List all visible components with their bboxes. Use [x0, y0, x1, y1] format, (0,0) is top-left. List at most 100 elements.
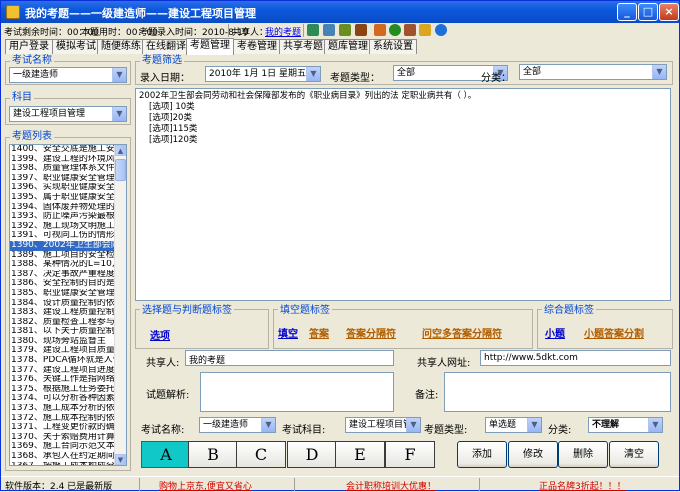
list-item[interactable]: 1371、工程变更价款的确: [10, 423, 116, 433]
list-item[interactable]: 1387、决定事故严重程度: [10, 270, 116, 280]
subject-field-select[interactable]: 建设工程项目管 ▼: [345, 417, 421, 433]
maximize-button[interactable]: □: [638, 3, 658, 21]
list-item[interactable]: 1370、关于索赔费用计算: [10, 433, 116, 443]
date-picker[interactable]: 2010年 1月 1日 星期五 ▼: [205, 66, 321, 82]
list-item[interactable]: 1377、建设工程项目进度: [10, 366, 116, 376]
cat-field-select[interactable]: 不理解 ▼: [588, 417, 663, 433]
list-item[interactable]: 1376、关键工作是指网络: [10, 375, 116, 385]
note-textarea[interactable]: [444, 372, 671, 412]
warning-icon[interactable]: [419, 24, 431, 36]
list-item[interactable]: 1382、质量检查工程参与: [10, 318, 116, 328]
list-item[interactable]: 1374、可以分析各种因素: [10, 394, 116, 404]
tag-sub-question[interactable]: 小题: [545, 325, 565, 340]
tag-option[interactable]: 选项: [150, 327, 170, 342]
scroll-thumb[interactable]: [115, 159, 126, 181]
ad-link-2[interactable]: 会计职称培训大优惠！: [346, 479, 436, 492]
list-item[interactable]: 1399、建设工程的环境风: [10, 155, 116, 165]
chevron-down-icon[interactable]: ▼: [112, 68, 126, 82]
list-item[interactable]: 1386、安全控制的目的是: [10, 279, 116, 289]
chevron-down-icon[interactable]: ▼: [648, 418, 662, 432]
list-item[interactable]: 1388、某种情况的L=10,: [10, 260, 116, 270]
list-item[interactable]: 1389、施工项目的安全检: [10, 251, 116, 261]
list-item[interactable]: 1397、职业健康安全管理: [10, 174, 116, 184]
list-item[interactable]: 1378、PDCA循环就是人们: [10, 356, 116, 366]
home-icon[interactable]: [374, 24, 386, 36]
list-item[interactable]: 1369、施工合同示范文本: [10, 442, 116, 452]
tab-bank-manage[interactable]: 题库管理: [324, 39, 372, 54]
mail-icon[interactable]: [404, 24, 416, 36]
list-item[interactable]: 1391、可视同工伤的情形: [10, 231, 116, 241]
tools-icon[interactable]: [355, 24, 367, 36]
list-item[interactable]: 1375、根据施工任务委托: [10, 385, 116, 395]
chevron-down-icon[interactable]: ▼: [406, 418, 420, 432]
chevron-down-icon[interactable]: ▼: [527, 418, 541, 432]
answer-e-button[interactable]: E: [335, 441, 385, 468]
minimize-button[interactable]: _: [617, 3, 637, 21]
chevron-down-icon[interactable]: ▼: [112, 107, 126, 121]
grid-icon[interactable]: [339, 24, 351, 36]
scroll-down-icon[interactable]: ▼: [115, 454, 126, 465]
close-button[interactable]: ×: [659, 3, 679, 21]
tag-multi-answer-separator[interactable]: 问空多答案分隔符: [422, 325, 502, 340]
tab-settings[interactable]: 系统设置: [369, 39, 417, 54]
list-item[interactable]: 1384、设计质量控制的依: [10, 299, 116, 309]
sharer-link[interactable]: 我的考题: [265, 25, 301, 38]
list-scrollbar[interactable]: ▲ ▼: [114, 145, 126, 465]
list-item[interactable]: 1398、质量管理体系文件: [10, 164, 116, 174]
modify-button[interactable]: 修改: [508, 441, 558, 468]
tab-paper-manage[interactable]: 考卷管理: [233, 39, 281, 54]
list-icon[interactable]: [323, 24, 335, 36]
ad-link-3[interactable]: 正品名牌3折起！！！: [539, 479, 626, 492]
tab-practice[interactable]: 随便练练: [97, 39, 145, 54]
list-item[interactable]: 1379、建设工程项目质量: [10, 346, 116, 356]
subject-select[interactable]: 建设工程项目管理 ▼: [9, 106, 127, 122]
tab-question-manage[interactable]: 考题管理: [186, 38, 234, 55]
list-item[interactable]: 1394、固体废弃物处理的: [10, 203, 116, 213]
copy-icon[interactable]: [307, 24, 319, 36]
answer-b-button[interactable]: B: [188, 441, 238, 468]
list-item[interactable]: 1395、属于职业健康安全: [10, 193, 116, 203]
tab-translate[interactable]: 在线翻译: [142, 39, 190, 54]
chevron-down-icon[interactable]: ▼: [306, 67, 320, 81]
analysis-textarea[interactable]: [200, 372, 394, 412]
tag-answer-separator[interactable]: 答案分隔符: [346, 325, 396, 340]
help-icon[interactable]: [435, 24, 447, 36]
list-item[interactable]: 1393、防止噪声污染最根: [10, 212, 116, 222]
exam-name-select[interactable]: 一级建造师 ▼: [9, 67, 127, 83]
tag-blank[interactable]: 填空: [278, 325, 298, 340]
delete-button[interactable]: 删除: [558, 441, 608, 468]
tab-shared-questions[interactable]: 共享考题: [279, 39, 327, 54]
answer-c-button[interactable]: C: [236, 441, 286, 468]
list-item[interactable]: 1372、施工成本控制的依: [10, 414, 116, 424]
list-item[interactable]: 1392、施工现场文明施工: [10, 222, 116, 232]
list-item[interactable]: 1380、现场旁站监督主: [10, 337, 116, 347]
exam-field-select[interactable]: 一级建造师 ▼: [199, 417, 276, 433]
sharer-input[interactable]: 我的考题: [185, 350, 394, 366]
qtype-field-select[interactable]: 单选题 ▼: [485, 417, 542, 433]
list-item[interactable]: 1381、以下关于质量控制: [10, 327, 116, 337]
list-item[interactable]: 1373、施工成本分析的依: [10, 404, 116, 414]
tag-sub-answer-split[interactable]: 小题答案分割: [584, 325, 644, 340]
tab-user-login[interactable]: 用户登录: [5, 39, 53, 54]
question-list[interactable]: 1400、安全交底是施工安 1399、建设工程的环境风 1398、质量管理体系文件 1…: [9, 144, 127, 466]
answer-a-button[interactable]: A: [141, 441, 191, 468]
list-item[interactable]: 1383、建设工程质量控制: [10, 308, 116, 318]
category-select[interactable]: 全部 ▼: [519, 64, 667, 80]
question-editor[interactable]: 2002年卫生部会同劳动和社会保障部发布的《职业病目录》列出的法 定职业病共有（…: [135, 88, 671, 301]
list-item[interactable]: 1368、承包人在约定期间: [10, 452, 116, 462]
add-button[interactable]: 添加: [457, 441, 507, 468]
list-item[interactable]: 1400、安全交底是施工安: [10, 145, 116, 155]
list-item[interactable]: 1390、2002年卫生部会同: [10, 240, 116, 251]
url-input[interactable]: http://www.5dkt.com: [480, 350, 671, 366]
chevron-down-icon[interactable]: ▼: [261, 418, 275, 432]
list-item[interactable]: 1385、职业健康安全管理: [10, 289, 116, 299]
list-item[interactable]: 1396、实现职业健康安全: [10, 183, 116, 193]
ad-link-1[interactable]: 购物上京东,便宜又省心: [159, 479, 252, 492]
chevron-down-icon[interactable]: ▼: [652, 65, 666, 79]
answer-d-button[interactable]: D: [287, 441, 337, 468]
list-item[interactable]: 1367、按施工成本构成分: [10, 462, 116, 465]
tab-mock-exam[interactable]: 模拟考试: [52, 39, 100, 54]
clear-button[interactable]: 清空: [609, 441, 659, 468]
scroll-up-icon[interactable]: ▲: [115, 145, 126, 156]
answer-f-button[interactable]: F: [385, 441, 435, 468]
